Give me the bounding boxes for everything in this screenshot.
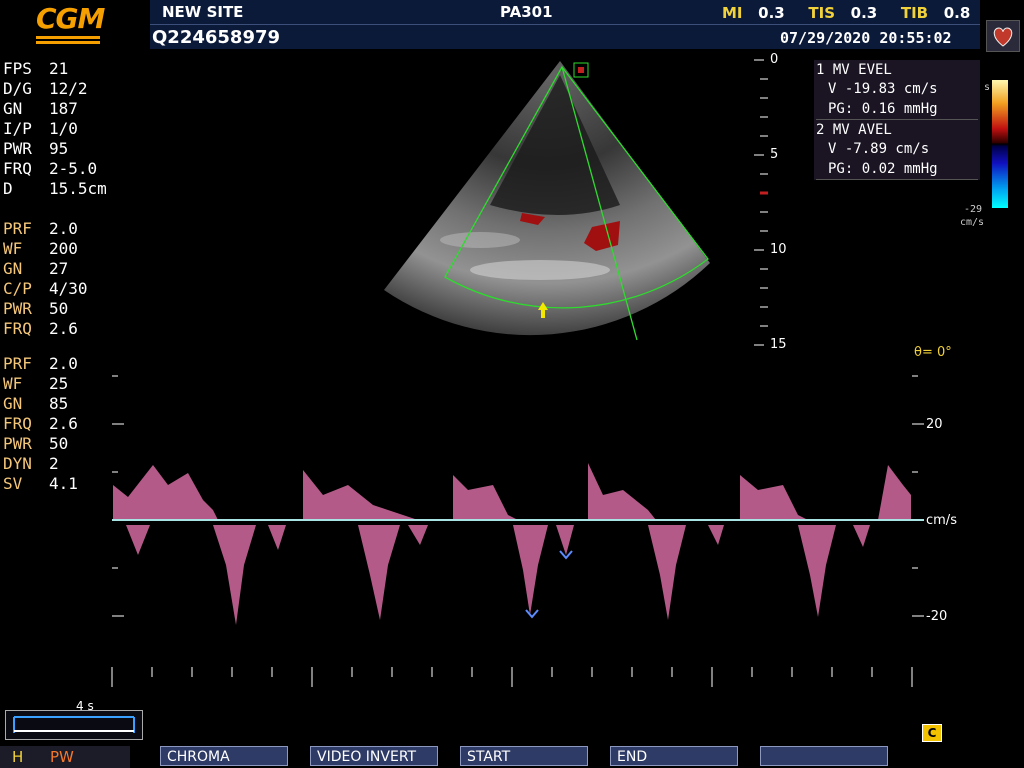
param-row: I/P 1/0 <box>3 119 78 138</box>
tissue-echo <box>470 260 610 280</box>
sector-image[interactable] <box>370 55 730 360</box>
doppler-scale-upper: 20 <box>926 417 943 432</box>
param-row: WF 200 <box>3 239 78 258</box>
color-bar-bottom-value: -29 <box>964 204 983 215</box>
param-row: PRF 2.0 <box>3 219 78 238</box>
param-row: D/G 12/2 <box>3 79 88 98</box>
measurement-divider <box>816 119 978 120</box>
measurement-1-gradient: PG: 0.16 mmHg <box>828 101 938 117</box>
param-row: SV 4.1 <box>3 474 78 493</box>
param-row: D 15.5cm <box>3 179 107 198</box>
measurement-results-panel: 1 MV EVEL V -19.83 cm/s PG: 0.16 mmHg 2 … <box>814 60 980 180</box>
param-row: GN 27 <box>3 259 69 278</box>
measurement-1-velocity: V -19.83 cm/s <box>828 81 938 97</box>
measurement-2-velocity: V -7.89 cm/s <box>828 141 930 157</box>
doppler-spectrum[interactable] <box>108 365 924 695</box>
tis-value: 0.3 <box>850 4 878 22</box>
param-row: GN 85 <box>3 394 69 413</box>
brand-logo: CGM <box>36 2 105 35</box>
param-row: PWR 50 <box>3 299 69 318</box>
param-row: PWR 95 <box>3 139 69 158</box>
tis-label: TIS <box>808 4 835 22</box>
mode-h-label[interactable]: H <box>12 748 23 766</box>
depth-scale <box>754 59 768 346</box>
mi-label: MI <box>722 4 743 22</box>
param-row: FRQ 2-5.0 <box>3 159 98 178</box>
color-velocity-bar <box>992 80 1008 208</box>
param-row: FPS 21 <box>3 59 69 78</box>
end-button[interactable]: END <box>610 746 738 766</box>
mode-pw-label[interactable]: PW <box>50 748 74 766</box>
probe-orientation-dot <box>578 67 584 73</box>
time-ticks <box>111 667 913 687</box>
param-row: PRF 2.0 <box>3 354 78 373</box>
time-scale-label: 4 s <box>76 699 94 713</box>
color-bar-bottom-unit: cm/s <box>960 217 985 228</box>
heart-probe-icon[interactable] <box>986 20 1020 52</box>
site-name: NEW SITE <box>162 3 244 21</box>
param-row: FRQ 2.6 <box>3 414 78 433</box>
param-row: FRQ 2.6 <box>3 319 78 338</box>
doppler-scale-lower: -20 <box>926 609 948 624</box>
heart-icon <box>993 27 1013 47</box>
param-row: GN 187 <box>3 99 78 118</box>
measurement-2-gradient: PG: 0.02 mmHg <box>828 161 938 177</box>
params-color-panel: PRF 2.0 WF 200 GN 27 C/P 4/30 PWR 50 FRQ 2.6 <box>3 219 88 339</box>
doppler-angle: θ= 0° <box>914 345 952 360</box>
param-row: C/P 4/30 <box>3 279 88 298</box>
params-pw-panel: PRF 2.0 WF 25 GN 85 FRQ 2.6 PWR 50 DYN 2 SV 4.1 <box>3 354 78 494</box>
doppler-scale-unit: cm/s <box>926 513 957 528</box>
logo-underline-icon <box>36 36 100 44</box>
patient-id: Q224658979 <box>152 27 281 48</box>
param-row: PWR 50 <box>3 434 69 453</box>
video-invert-button[interactable]: VIDEO INVERT <box>310 746 438 766</box>
param-row: WF 25 <box>3 374 69 393</box>
tib-value: 0.8 <box>943 4 971 22</box>
measurement-1-title: 1 MV EVEL <box>816 62 892 78</box>
spectral-waveform <box>113 463 911 625</box>
tissue-echo <box>440 232 520 248</box>
depth-label: 0 <box>770 52 779 67</box>
probe-name: PA301 <box>500 3 553 21</box>
exam-datetime: 07/29/2020 20:55:02 <box>780 29 952 47</box>
header-bar: CGM NEW SITE PA301 MI 0.3 TIS 0.3 TIB 0.… <box>0 0 1024 52</box>
depth-label: 5 <box>770 147 779 162</box>
tib-label: TIB <box>900 4 929 22</box>
measurement-divider <box>816 179 978 180</box>
color-bar-top-unit: s <box>984 82 991 93</box>
time-scale-box[interactable]: 4 s <box>5 699 143 740</box>
time-scale-bar <box>13 716 135 733</box>
empty-softkey-button[interactable] <box>760 746 888 766</box>
measurement-2-title: 2 MV AVEL <box>816 122 892 138</box>
acoustic-indices: MI 0.3 TIS 0.3 TIB 0.8 <box>722 3 970 22</box>
param-row: DYN 2 <box>3 454 59 473</box>
c-mode-icon[interactable]: C <box>922 724 942 742</box>
mi-value: 0.3 <box>758 4 785 22</box>
start-button[interactable]: START <box>460 746 588 766</box>
chroma-button[interactable]: CHROMA <box>160 746 288 766</box>
depth-label: 10 <box>770 242 787 257</box>
depth-label: 15 <box>770 337 787 352</box>
measurement-marker-icon[interactable] <box>525 609 539 619</box>
params-2d-panel: FPS 21 D/G 12/2 GN 187 I/P 1/0 PWR 95 FRQ 2-5.… <box>3 59 107 199</box>
